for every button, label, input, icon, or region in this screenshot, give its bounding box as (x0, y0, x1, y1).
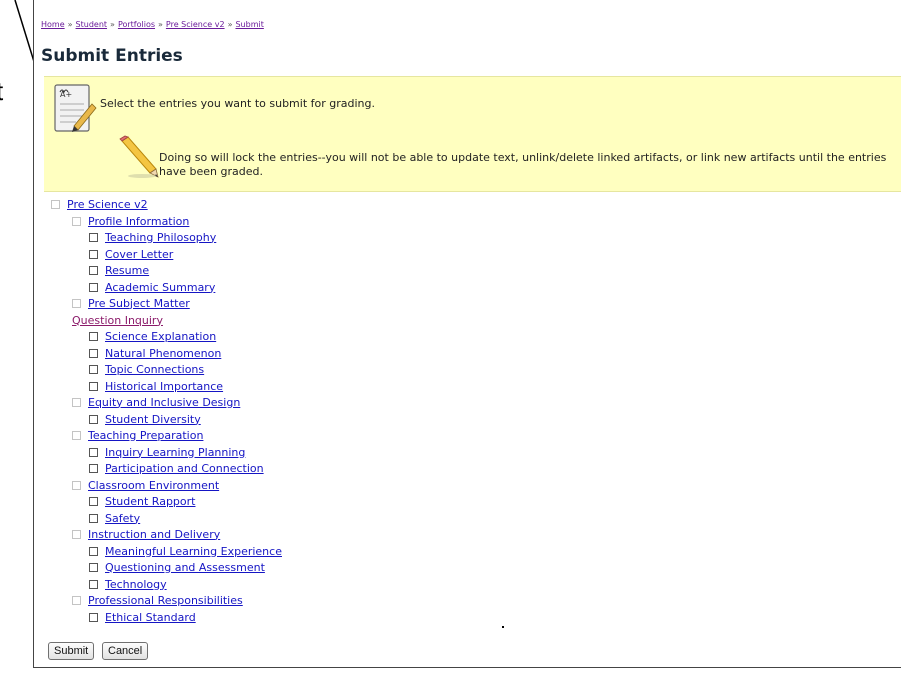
section-checkbox[interactable] (72, 529, 81, 539)
section-checkbox[interactable] (72, 430, 81, 440)
submit-button[interactable]: Submit (48, 642, 95, 660)
entry-checkbox[interactable] (89, 265, 98, 275)
entry-row: Student Diversity (89, 411, 201, 427)
breadcrumb-submit[interactable]: Submit (235, 20, 263, 29)
section-row: Pre Subject Matter (72, 295, 190, 311)
entry-row: Historical Importance (89, 378, 223, 394)
page-frame: Home» Student» Portfolios» Pre Science v2» S… (33, 0, 901, 668)
entry-link[interactable]: Student Diversity (105, 413, 201, 426)
entry-link[interactable]: Science Explanation (105, 330, 216, 343)
entry-checkbox[interactable] (89, 612, 98, 622)
entry-row: Meaningful Learning Experience (89, 543, 282, 559)
section-row: Teaching Preparation (72, 427, 203, 443)
entry-link[interactable]: Safety (105, 512, 140, 525)
svg-text:A+: A+ (60, 90, 72, 99)
entry-row: Inquiry Learning Planning (89, 444, 245, 460)
subheading-row: Question Inquiry (72, 312, 163, 328)
notepad-grade-icon: A+ (54, 84, 97, 132)
section-row: Classroom Environment (72, 477, 219, 493)
entry-row: Student Rapport (89, 493, 195, 509)
breadcrumb-portfolio[interactable]: Pre Science v2 (166, 20, 225, 29)
section-link[interactable]: Equity and Inclusive Design (88, 396, 240, 409)
section-link[interactable]: Classroom Environment (88, 479, 219, 492)
entry-link[interactable]: Historical Importance (105, 380, 223, 393)
entry-checkbox[interactable] (89, 562, 98, 572)
entry-checkbox[interactable] (89, 364, 98, 374)
entry-link[interactable]: Participation and Connection (105, 462, 264, 475)
entry-checkbox[interactable] (89, 282, 98, 292)
entry-row: Technology (89, 576, 167, 592)
annotation-label: t (0, 76, 3, 107)
subheading-link[interactable]: Question Inquiry (72, 314, 163, 327)
entry-checkbox[interactable] (89, 463, 98, 473)
entry-row: Teaching Philosophy (89, 229, 216, 245)
entry-link[interactable]: Cover Letter (105, 248, 173, 261)
entry-row: Safety (89, 510, 140, 526)
breadcrumb-separator: » (227, 20, 233, 29)
entry-checkbox[interactable] (89, 579, 98, 589)
entry-checkbox[interactable] (89, 447, 98, 457)
entry-row: Participation and Connection (89, 460, 264, 476)
notice-box: A+ Select the entries you want to submit… (44, 76, 901, 192)
cancel-button[interactable]: Cancel (102, 642, 149, 660)
entry-row: Science Explanation (89, 328, 216, 344)
entry-link[interactable]: Academic Summary (105, 281, 215, 294)
entry-row: Questioning and Assessment (89, 559, 265, 575)
breadcrumb-student[interactable]: Student (76, 20, 108, 29)
breadcrumb: Home» Student» Portfolios» Pre Science v2» S… (41, 20, 264, 29)
breadcrumb-separator: » (67, 20, 73, 29)
entry-row: Cover Letter (89, 246, 173, 262)
section-checkbox[interactable] (72, 397, 81, 407)
breadcrumb-separator: » (110, 20, 115, 29)
entry-link[interactable]: Natural Phenomenon (105, 347, 221, 360)
entry-checkbox[interactable] (89, 414, 98, 424)
entry-link[interactable]: Topic Connections (105, 363, 204, 376)
section-row: Instruction and Delivery (72, 526, 220, 542)
entry-link[interactable]: Technology (105, 578, 167, 591)
entry-link[interactable]: Meaningful Learning Experience (105, 545, 282, 558)
section-link[interactable]: Instruction and Delivery (88, 528, 220, 541)
entry-row: Academic Summary (89, 279, 215, 295)
section-link[interactable]: Pre Subject Matter (88, 297, 190, 310)
entry-row: Natural Phenomenon (89, 345, 221, 361)
section-checkbox[interactable] (72, 216, 81, 226)
section-checkbox[interactable] (72, 298, 81, 308)
entry-row: Topic Connections (89, 361, 204, 377)
entry-checkbox[interactable] (89, 513, 98, 523)
stray-dot (502, 626, 504, 628)
entry-row: Resume (89, 262, 149, 278)
entry-checkbox[interactable] (89, 546, 98, 556)
notice-warning-text: Doing so will lock the entries--you will… (159, 151, 887, 178)
section-checkbox[interactable] (72, 595, 81, 605)
notice-main-text: Select the entries you want to submit fo… (100, 97, 375, 110)
section-row: Professional Responsibilities (72, 592, 243, 608)
entry-checkbox[interactable] (89, 496, 98, 506)
entry-checkbox[interactable] (89, 331, 98, 341)
portfolio-link[interactable]: Pre Science v2 (67, 198, 148, 211)
entry-checkbox[interactable] (89, 381, 98, 391)
portfolio-checkbox[interactable] (51, 199, 60, 209)
entry-link[interactable]: Student Rapport (105, 495, 195, 508)
entry-row: Ethical Standard (89, 609, 196, 625)
pencil-icon (119, 135, 159, 178)
breadcrumb-portfolios[interactable]: Portfolios (118, 20, 155, 29)
tree-root-row: Pre Science v2 (51, 196, 148, 212)
entry-link[interactable]: Resume (105, 264, 149, 277)
section-link[interactable]: Profile Information (88, 215, 189, 228)
section-row: Profile Information (72, 213, 189, 229)
section-link[interactable]: Professional Responsibilities (88, 594, 243, 607)
page-title: Submit Entries (41, 46, 183, 66)
entry-checkbox[interactable] (89, 348, 98, 358)
section-row: Equity and Inclusive Design (72, 394, 240, 410)
entry-link[interactable]: Teaching Philosophy (105, 231, 216, 244)
entry-checkbox[interactable] (89, 249, 98, 259)
entry-link[interactable]: Inquiry Learning Planning (105, 446, 245, 459)
breadcrumb-separator: » (158, 20, 163, 29)
section-link[interactable]: Teaching Preparation (88, 429, 203, 442)
breadcrumb-home[interactable]: Home (41, 20, 65, 29)
entry-link[interactable]: Questioning and Assessment (105, 561, 265, 574)
entry-checkbox[interactable] (89, 232, 98, 242)
section-checkbox[interactable] (72, 480, 81, 490)
entry-link[interactable]: Ethical Standard (105, 611, 196, 624)
